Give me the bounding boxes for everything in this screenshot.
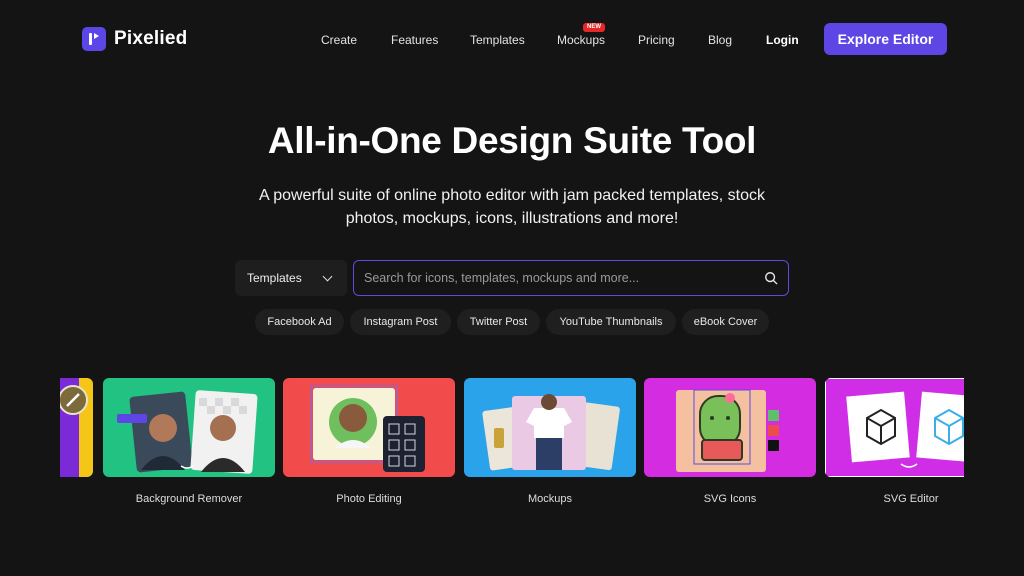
search-input[interactable] xyxy=(364,261,754,294)
category-select-value: Templates xyxy=(247,271,302,285)
feature-label-svg-editor: SVG Editor xyxy=(883,493,939,505)
hero-subtitle: A powerful suite of online photo editor … xyxy=(258,187,766,227)
nav-mockups[interactable]: Mockups xyxy=(557,33,605,47)
feature-label-mockups: Mockups xyxy=(527,493,573,505)
feature-carousel[interactable]: Background Remover Photo Editing Mockups… xyxy=(60,378,964,508)
feature-label-background-remover: Background Remover xyxy=(135,493,243,505)
magic-wand-icon xyxy=(60,378,88,477)
feature-label-svg-icons: SVG Icons xyxy=(703,493,757,505)
mockups-illustration xyxy=(482,394,620,471)
tag-instagram-post[interactable]: Instagram Post xyxy=(350,309,451,335)
tag-ebook-cover[interactable]: eBook Cover xyxy=(682,309,769,335)
new-badge: NEW xyxy=(583,23,605,32)
tag-twitter-post[interactable]: Twitter Post xyxy=(457,309,540,335)
top-nav: Pixelied Create Features Templates Mocku… xyxy=(0,0,1024,80)
nav-blog[interactable]: Blog xyxy=(708,33,732,47)
feature-label-photo-editing: Photo Editing xyxy=(336,493,402,505)
feature-card-svg-editor[interactable] xyxy=(825,378,964,477)
feature-card-photo-editing[interactable] xyxy=(283,378,455,477)
login-link[interactable]: Login xyxy=(766,33,799,47)
nav-create[interactable]: Create xyxy=(321,33,357,47)
category-select[interactable]: Templates xyxy=(235,260,347,296)
nav-pricing[interactable]: Pricing xyxy=(638,33,675,47)
brand-logo[interactable]: Pixelied xyxy=(82,27,187,51)
feature-card-mockups[interactable] xyxy=(464,378,636,477)
tag-youtube-thumbnails[interactable]: YouTube Thumbnails xyxy=(546,309,676,335)
svg-icons-illustration xyxy=(676,389,779,472)
logo-icon xyxy=(82,27,106,51)
feature-card-svg-icons[interactable] xyxy=(644,378,816,477)
explore-editor-button[interactable]: Explore Editor xyxy=(824,23,947,55)
feature-card-partial[interactable] xyxy=(60,378,93,477)
nav-features[interactable]: Features xyxy=(391,33,438,47)
photo-editing-illustration xyxy=(310,385,425,472)
brand-name: Pixelied xyxy=(114,28,188,49)
hero-title: All-in-One Design Suite Tool xyxy=(267,120,757,161)
tag-facebook-ad[interactable]: Facebook Ad xyxy=(255,309,344,335)
chevron-down-icon xyxy=(322,271,333,282)
search-box xyxy=(353,260,789,296)
svg-editor-illustration xyxy=(825,378,964,477)
background-remover-illustration xyxy=(117,390,258,474)
search-icon[interactable] xyxy=(764,271,778,285)
nav-templates[interactable]: Templates xyxy=(470,33,525,47)
feature-card-background-remover[interactable] xyxy=(103,378,275,477)
